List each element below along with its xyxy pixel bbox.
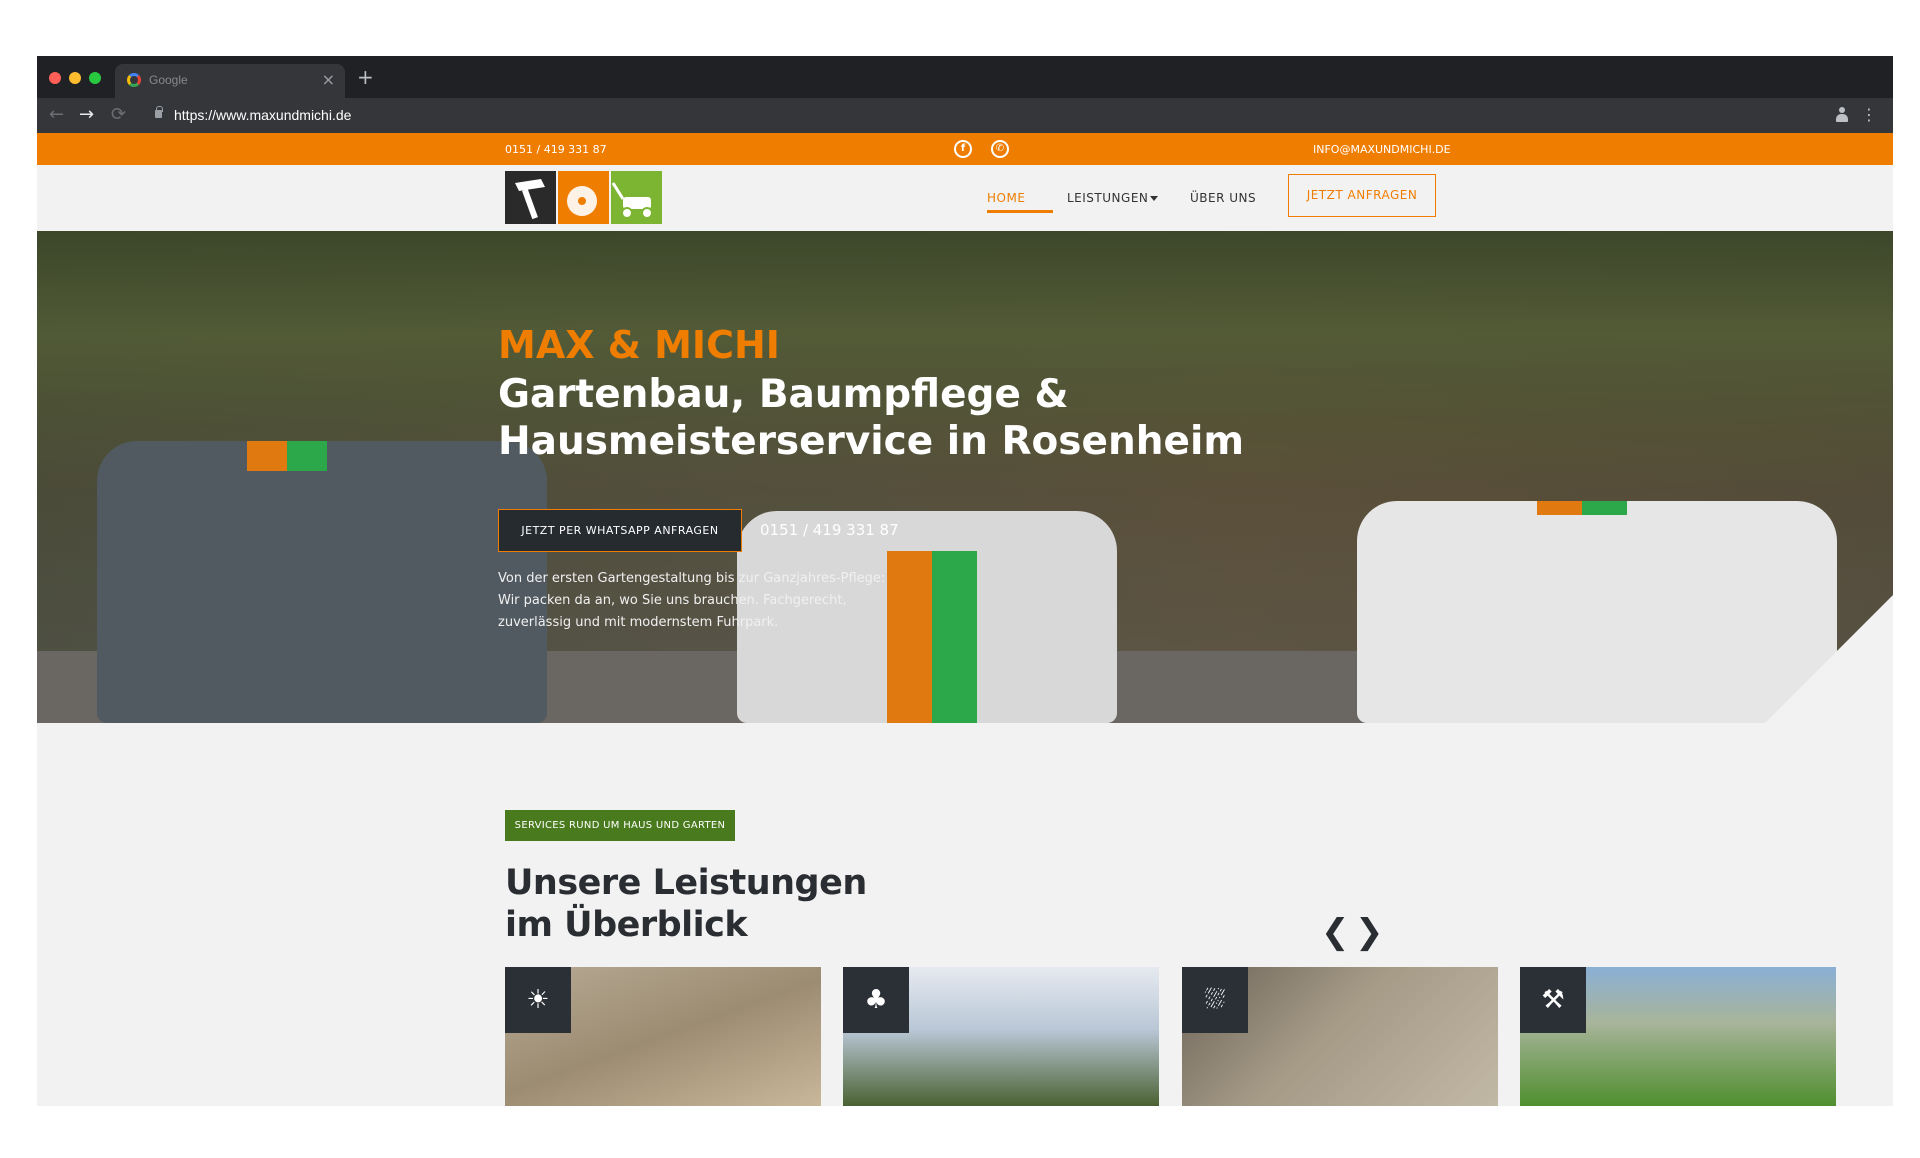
saw-blade-icon	[558, 171, 609, 224]
hero-headline-line1: Gartenbau, Baumpflege &	[498, 372, 1069, 417]
topbar-email-link[interactable]: INFO@MAXUNDMICHI.DE	[1313, 143, 1451, 156]
hero-headline: Gartenbau, Baumpflege & Hausmeisterservi…	[498, 371, 1398, 465]
jetzt-anfragen-button[interactable]: JETZT ANFRAGEN	[1288, 174, 1436, 217]
service-card[interactable]: ♣	[843, 967, 1159, 1106]
browser-tab[interactable]: Google ×	[115, 64, 345, 98]
reload-icon[interactable]: ⟳	[111, 104, 126, 125]
service-card[interactable]: ☀	[505, 967, 821, 1106]
carousel-prev-button[interactable]: ❮	[1321, 912, 1350, 952]
back-icon[interactable]: ←	[49, 104, 64, 125]
minimize-window-button[interactable]	[69, 72, 81, 84]
hammer-icon	[505, 171, 556, 224]
tab-title: Google	[149, 73, 188, 87]
nav-ueber-uns[interactable]: ÜBER UNS	[1190, 165, 1256, 231]
hero-brand-title: MAX & MICHI	[498, 323, 780, 367]
services-title-line1: Unsere Leistungen	[505, 863, 867, 903]
tab-close-icon[interactable]: ×	[322, 70, 335, 89]
tree-icon: ♣	[843, 967, 909, 1033]
sun-icon: ☀	[505, 967, 571, 1033]
new-tab-button[interactable]: +	[357, 65, 374, 89]
nav-home[interactable]: HOME	[987, 165, 1025, 231]
carousel-next-button[interactable]: ❯	[1355, 912, 1384, 952]
site-logo[interactable]	[505, 171, 662, 224]
whatsapp-anfragen-button[interactable]: JETZT PER WHATSAPP ANFRAGEN	[498, 509, 742, 552]
hero-headline-line2: Hausmeisterservice in Rosenheim	[498, 419, 1244, 464]
service-card[interactable]: ⚒	[1520, 967, 1836, 1106]
services-title-line2: im Überblick	[505, 905, 748, 945]
nav-home-underline	[987, 210, 1053, 213]
profile-icon[interactable]	[1835, 107, 1849, 123]
services-title: Unsere Leistungen im Überblick	[505, 862, 867, 946]
worker-icon: ⚒	[1520, 967, 1586, 1033]
top-info-bar: 0151 / 419 331 87 f ✆ INFO@MAXUNDMICHI.D…	[37, 133, 1893, 165]
hero-section: MAX & MICHI Gartenbau, Baumpflege & Haus…	[37, 231, 1893, 723]
shower-icon: ⛆	[1182, 967, 1248, 1033]
nav-leistungen[interactable]: LEISTUNGEN	[1067, 165, 1148, 231]
facebook-icon[interactable]: f	[954, 140, 972, 158]
browser-window: Google × + ← → ⟳ https://www.maxundmichi…	[37, 56, 1893, 1106]
lawnmower-icon	[611, 171, 662, 224]
hero-description: Von der ersten Gartengestaltung bis zur …	[498, 571, 886, 630]
tab-bar: Google × +	[37, 56, 1893, 98]
hero-corner-decoration	[1765, 595, 1893, 723]
services-badge: SERVICES RUND UM HAUS UND GARTEN	[505, 810, 735, 841]
topbar-phone-link[interactable]: 0151 / 419 331 87	[505, 143, 607, 156]
chevron-down-icon[interactable]	[1150, 196, 1158, 201]
address-bar[interactable]: https://www.maxundmichi.de	[174, 107, 351, 123]
whatsapp-icon[interactable]: ✆	[991, 140, 1009, 158]
forward-icon[interactable]: →	[79, 104, 94, 125]
browser-toolbar: ← → ⟳ https://www.maxundmichi.de ⋮	[37, 98, 1893, 133]
close-window-button[interactable]	[49, 72, 61, 84]
hero-van-image	[97, 441, 547, 723]
service-card[interactable]: ⛆	[1182, 967, 1498, 1106]
site-header: HOME LEISTUNGEN ÜBER UNS JETZT ANFRAGEN	[37, 165, 1893, 231]
browser-menu-icon[interactable]: ⋮	[1861, 105, 1877, 124]
maximize-window-button[interactable]	[89, 72, 101, 84]
google-icon	[127, 73, 141, 87]
hero-phone-link[interactable]: 0151 / 419 331 87	[760, 521, 899, 539]
lock-icon[interactable]	[155, 106, 163, 118]
